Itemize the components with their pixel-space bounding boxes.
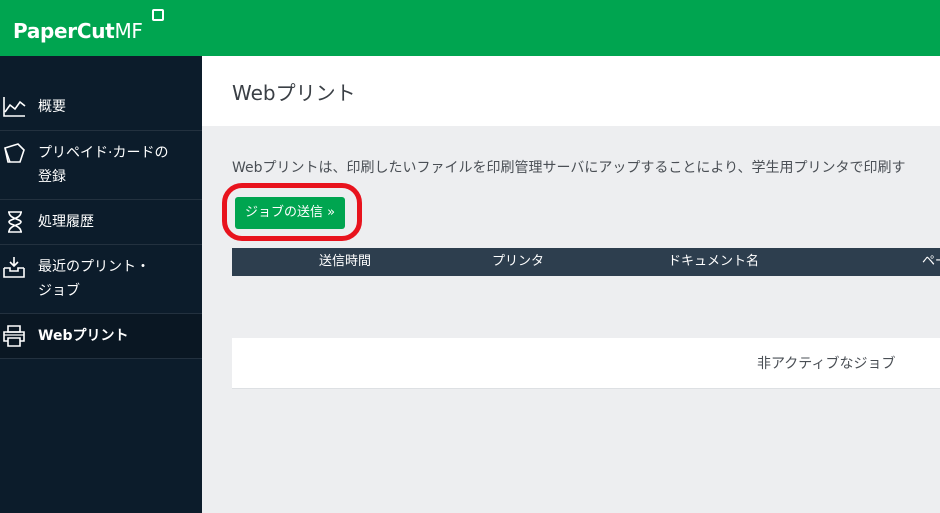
logo-text-bold: PaperCut (13, 19, 115, 43)
jobs-table-header: 送信時間 プリンタ ドキュメント名 ペー (232, 248, 940, 276)
sidebar: 概要 プリペイド·カードの 登録 処理履歴 最近のプリント・ ジョブ Webプリ… (0, 56, 202, 513)
column-header-submit-time[interactable]: 送信時間 (319, 248, 371, 276)
sidebar-item-overview[interactable]: 概要 (0, 83, 202, 131)
column-header-pages[interactable]: ペー (922, 248, 940, 276)
printer-icon (2, 324, 26, 348)
page-title: Webプリント (232, 81, 356, 105)
page-header: Webプリント (202, 56, 940, 126)
logo-text-light: MF (114, 19, 143, 43)
empty-message: 非アクティブなジョブ (757, 356, 896, 372)
description-text: Webプリントは、印刷したいファイルを印刷管理サーバにアップすることにより、学生… (232, 160, 906, 176)
sidebar-item-recent-jobs[interactable]: 最近のプリント・ ジョブ (0, 245, 202, 314)
sidebar-item-label: 概要 (38, 99, 66, 115)
chart-line-icon (2, 95, 26, 119)
main-content: Webプリント Webプリントは、印刷したいファイルを印刷管理サーバにアップする… (202, 56, 940, 513)
submit-job-button[interactable]: ジョブの送信 » (235, 197, 345, 229)
sidebar-item-label: 処理履歴 (38, 214, 94, 230)
inbox-tray-icon (2, 255, 26, 279)
sidebar-item-label-line2: 登録 (38, 169, 66, 185)
sidebar-item-prepaid-card[interactable]: プリペイド·カードの 登録 (0, 131, 202, 200)
logo-mark-icon (152, 9, 164, 21)
sidebar-item-label-line1: プリペイド·カードの (38, 145, 169, 161)
column-header-document-name[interactable]: ドキュメント名 (668, 248, 759, 276)
sidebar-item-label-line2: ジョブ (38, 283, 80, 299)
card-icon (2, 141, 26, 165)
papercut-logo[interactable]: PaperCutMF (13, 19, 143, 43)
sidebar-item-history[interactable]: 処理履歴 (0, 200, 202, 245)
sidebar-item-label-line1: 最近のプリント・ (38, 259, 150, 275)
column-header-printer[interactable]: プリンタ (492, 248, 544, 276)
sidebar-item-label: Webプリント (38, 328, 129, 344)
hourglass-icon (4, 210, 28, 234)
sidebar-item-web-print[interactable]: Webプリント (0, 314, 202, 359)
top-bar: PaperCutMF (0, 0, 940, 56)
empty-jobs-row: 非アクティブなジョブ (232, 338, 940, 389)
